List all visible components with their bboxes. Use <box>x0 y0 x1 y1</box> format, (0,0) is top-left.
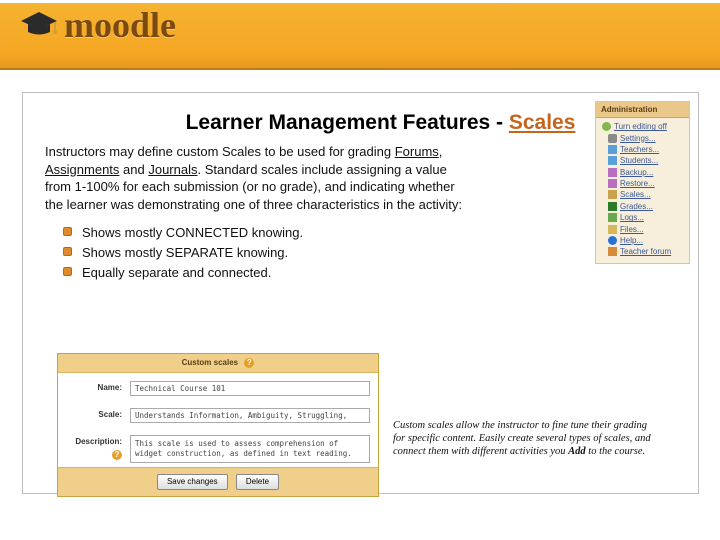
scale-input[interactable]: Understands Information, Ambiguity, Stru… <box>130 408 370 423</box>
save-button[interactable]: Save changes <box>157 474 228 490</box>
admin-link-files[interactable]: Files... <box>608 223 685 234</box>
label-name: Name: <box>66 381 122 392</box>
admin-link-restore[interactable]: Restore... <box>608 178 685 189</box>
link-forums: Forums <box>395 144 439 159</box>
admin-sidebar: Administration Turn editing off Settings… <box>595 101 690 264</box>
list-item: Equally separate and connected. <box>63 263 443 283</box>
row-scale: Scale: Understands Information, Ambiguit… <box>58 400 378 427</box>
description-input[interactable]: This scale is used to assess comprehensi… <box>130 435 370 463</box>
help-icon <box>608 236 617 245</box>
caption-note: Custom scales allow the instructor to fi… <box>393 419 653 458</box>
content-frame: Learner Management Features - Scales Ins… <box>22 92 699 494</box>
admin-link-backup[interactable]: Backup... <box>608 167 685 178</box>
custom-scales-panel: Custom scales ? Name: Technical Course 1… <box>57 353 379 497</box>
link-journals: Journals <box>148 162 197 177</box>
restore-icon <box>608 179 617 188</box>
name-input[interactable]: Technical Course 101 <box>130 381 370 396</box>
note-bold: Add <box>568 446 586 457</box>
admin-link-scales[interactable]: Scales... <box>608 189 685 200</box>
forum-icon <box>608 247 617 256</box>
delete-button[interactable]: Delete <box>236 474 279 490</box>
label-description: Description: ? <box>66 435 122 460</box>
knowing-list: Shows mostly CONNECTED knowing. Shows mo… <box>63 223 443 283</box>
help-icon[interactable]: ? <box>112 450 122 460</box>
page-title: Learner Management Features - Scales <box>85 111 676 135</box>
panel-header: Custom scales ? <box>58 354 378 373</box>
logs-icon <box>608 213 617 222</box>
admin-link-teachers[interactable]: Teachers... <box>608 144 685 155</box>
people-icon <box>608 156 617 165</box>
logo: moodle <box>18 4 176 46</box>
admin-body: Turn editing off Settings... Teachers...… <box>596 118 689 263</box>
admin-link-settings[interactable]: Settings... <box>608 132 685 143</box>
list-item: Shows mostly CONNECTED knowing. <box>63 223 443 243</box>
gear-icon <box>608 134 617 143</box>
help-icon[interactable]: ? <box>244 358 254 368</box>
admin-link-students[interactable]: Students... <box>608 155 685 166</box>
link-assignments: Assignments <box>45 162 119 177</box>
label-scale: Scale: <box>66 408 122 419</box>
toggle-icon <box>602 122 611 131</box>
title-scales: Scales <box>509 111 576 134</box>
title-prefix: Learner Management Features - <box>186 111 509 134</box>
admin-header: Administration <box>596 102 689 118</box>
graduation-cap-icon <box>18 4 60 46</box>
admin-link-help[interactable]: Help... <box>608 235 685 246</box>
grades-icon <box>608 202 617 211</box>
row-name: Name: Technical Course 101 <box>58 373 378 400</box>
intro-text: Instructors may define custom Scales to … <box>45 143 465 213</box>
scales-icon <box>608 190 617 199</box>
row-description: Description: ? This scale is used to ass… <box>58 427 378 467</box>
slide-page: moodle Learner Management Features - Sca… <box>0 0 720 540</box>
list-item: Shows mostly SEPARATE knowing. <box>63 243 443 263</box>
admin-link-teacher-forum[interactable]: Teacher forum <box>608 246 685 257</box>
admin-link-logs[interactable]: Logs... <box>608 212 685 223</box>
logo-text: moodle <box>64 4 176 46</box>
people-icon <box>608 145 617 154</box>
admin-link-grades[interactable]: Grades... <box>608 201 685 212</box>
folder-icon <box>608 225 617 234</box>
admin-link-turn-editing-off[interactable]: Turn editing off <box>602 121 685 132</box>
backup-icon <box>608 168 617 177</box>
panel-footer: Save changes Delete <box>58 467 378 496</box>
header-bar: moodle <box>0 0 720 70</box>
